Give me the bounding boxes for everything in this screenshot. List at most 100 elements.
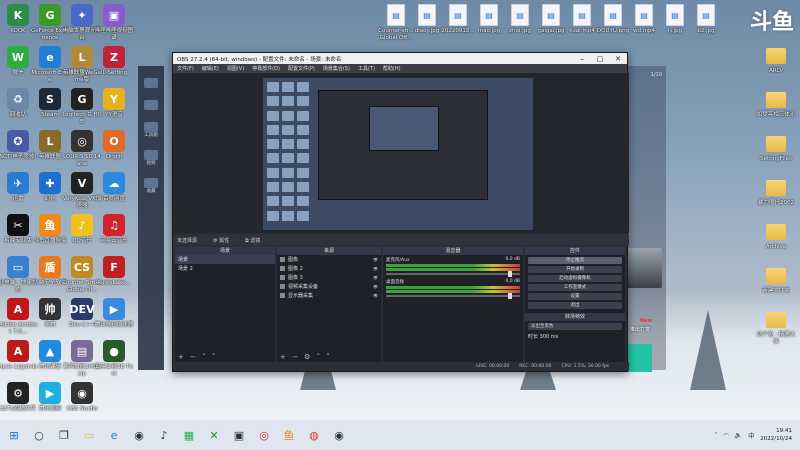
menu-item[interactable]: 文件(F) <box>177 65 194 72</box>
file-explorer-icon[interactable]: ▭ <box>78 424 100 446</box>
obs-preview[interactable] <box>173 73 629 233</box>
control-button[interactable]: 停止推流 <box>528 257 622 264</box>
minimize-icon[interactable]: – <box>573 55 591 63</box>
desktop-icon[interactable]: Z IL-Setting <box>94 46 134 77</box>
side-label: 收藏 <box>146 189 156 194</box>
steam-icon[interactable]: ◉ <box>128 424 150 446</box>
preview-canvas[interactable] <box>263 78 533 230</box>
desktop-icon[interactable]: ● 真实业绩3D Pool <box>94 340 134 377</box>
visibility-icon[interactable]: 👁 <box>373 293 378 298</box>
properties-button[interactable]: ⚙ 属性 <box>213 237 229 244</box>
control-button[interactable]: 退出 <box>528 302 622 309</box>
volume-meter <box>386 286 520 289</box>
scenes-dock: 场景 场景 场景 2 + − ˄ ˅ <box>175 247 275 363</box>
source-item[interactable]: 图像 👁 <box>277 255 381 264</box>
task-view-icon[interactable]: ❐ <box>53 424 75 446</box>
app-button[interactable] <box>144 122 158 132</box>
obs-title: OBS 27.2.4 (64-bit, windows) - 配置文件: 未命名… <box>177 56 342 63</box>
visibility-icon[interactable]: 👁 <box>373 257 378 262</box>
terminal-icon[interactable]: ▣ <box>228 424 250 446</box>
edge-icon[interactable]: e <box>103 424 125 446</box>
visibility-icon[interactable]: 👁 <box>373 284 378 289</box>
folder-label: Archive <box>765 244 787 250</box>
scene-item[interactable]: 场景 2 <box>175 264 275 273</box>
folder-icon[interactable]: 暴力摩托2002 <box>756 176 796 207</box>
scene-controls[interactable]: + − ˄ ˅ <box>178 353 217 361</box>
menu-item[interactable]: 视图(V) <box>227 65 244 72</box>
clock[interactable]: 19:41 2022/10/24 <box>760 427 792 443</box>
volume-slider[interactable] <box>386 271 520 277</box>
folder-icon[interactable]: 新建文件夹 <box>756 264 796 295</box>
menu-item[interactable]: 编辑(E) <box>202 65 219 72</box>
source-item[interactable]: 显示器采集 👁 <box>277 291 381 300</box>
desktop-icon[interactable]: ▣ 哔哩哔哩视频图谱 <box>94 4 134 41</box>
transition-select[interactable]: 淡出至黑色 <box>528 323 622 330</box>
folder-glyph-icon <box>766 268 786 284</box>
source-type-icon <box>280 284 285 289</box>
source-item[interactable]: 图像 3 👁 <box>277 273 381 282</box>
file-glyph-icon: ▤ <box>573 4 591 26</box>
file-icon[interactable]: ▤ b2.jpg <box>686 4 726 35</box>
menu-item[interactable]: 停靠部件(D) <box>252 65 280 72</box>
netease-icon[interactable]: ◎ <box>253 424 275 446</box>
source-label: 图像 <box>288 257 299 263</box>
douyu-icon[interactable]: 鱼 <box>278 424 300 446</box>
menu-item[interactable]: 帮助(H) <box>383 65 401 72</box>
obs-icon[interactable]: ◉ <box>328 424 350 446</box>
app-icon: ♻ <box>7 88 29 110</box>
volume-icon[interactable]: 🔈 <box>735 432 742 439</box>
app-button[interactable] <box>144 78 158 88</box>
menu-item[interactable]: 配置文件(P) <box>288 65 315 72</box>
duration-value[interactable]: 300 ms <box>540 334 559 340</box>
tiktok-icon[interactable]: ♪ <box>153 424 175 446</box>
filters-button[interactable]: ⧉ 滤镜 <box>245 237 260 244</box>
preview-mini-icon <box>267 196 279 207</box>
xbox-icon[interactable]: ✕ <box>203 424 225 446</box>
live-status: LIVE: 00:00:00 <box>476 364 510 369</box>
sources-list: 图像 👁 图像 2 👁 图像 3 👁 视频采集设备 👁 显示器采集 👁 <box>277 255 381 300</box>
preview-mini-icon <box>297 182 309 193</box>
folder-icon[interactable]: SettingFiles <box>756 132 796 163</box>
streamer-avatar[interactable] <box>626 248 662 288</box>
control-button[interactable]: 设置 <box>528 293 622 300</box>
folder-icon[interactable]: ARD/ <box>756 44 796 75</box>
game-icon[interactable]: ▦ <box>178 424 200 446</box>
app-button[interactable] <box>144 150 158 160</box>
source-item[interactable]: 视频采集设备 👁 <box>277 282 381 291</box>
folder-icon[interactable]: 如梦亮相三体论 <box>756 88 796 119</box>
desktop-icon[interactable]: F RustyLake... <box>94 256 134 287</box>
scene-item[interactable]: 场景 <box>175 255 275 264</box>
desktop-icon[interactable]: ◉ OBS Studio <box>62 382 102 413</box>
menu-item[interactable]: 场景集合(S) <box>323 65 350 72</box>
panel-caption: 推出打赏 <box>630 327 651 333</box>
control-button[interactable]: 工作室模式 <box>528 284 622 291</box>
desktop-icon[interactable]: ▶ 腾讯视频加速器 <box>94 298 134 329</box>
source-item[interactable]: 图像 2 👁 <box>277 264 381 273</box>
folder-icon[interactable]: 两个位 · 精通大侠 <box>756 308 796 345</box>
lang-indicator[interactable]: 中 <box>748 431 754 440</box>
desktop-icon[interactable]: ♫ 网易云音乐 <box>94 214 134 245</box>
app-icon: F <box>103 256 125 278</box>
close-icon[interactable]: ✕ <box>609 55 627 63</box>
desktop-icon[interactable]: ☁ 百度网盘 <box>94 172 134 203</box>
start-icon[interactable]: ⊞ <box>3 424 25 446</box>
folder-label: 新建文件夹 <box>762 288 790 294</box>
desktop-icon[interactable]: O Origin <box>94 130 134 161</box>
volume-slider[interactable] <box>386 293 520 299</box>
visibility-icon[interactable]: 👁 <box>373 266 378 271</box>
maximize-icon[interactable]: □ <box>591 55 609 63</box>
control-button[interactable]: 开始录制 <box>528 266 622 273</box>
menu-item[interactable]: 工具(T) <box>358 65 375 72</box>
control-button[interactable]: 启动虚拟摄像机 <box>528 275 622 282</box>
app-button[interactable] <box>144 100 158 110</box>
folder-icon[interactable]: Archive <box>756 220 796 251</box>
visibility-icon[interactable]: 👁 <box>373 275 378 280</box>
search-icon[interactable]: ○ <box>28 424 50 446</box>
source-controls[interactable]: + − ⚙ ˄ ˅ <box>280 353 332 361</box>
network-icon[interactable]: ◠ <box>724 432 729 439</box>
app-button[interactable] <box>144 178 158 188</box>
chrome-icon[interactable]: ◍ <box>303 424 325 446</box>
tray-up-icon[interactable]: ˄ <box>715 432 718 439</box>
desktop-icon[interactable]: Y YY语音 <box>94 88 134 119</box>
teal-widget[interactable] <box>626 344 652 372</box>
